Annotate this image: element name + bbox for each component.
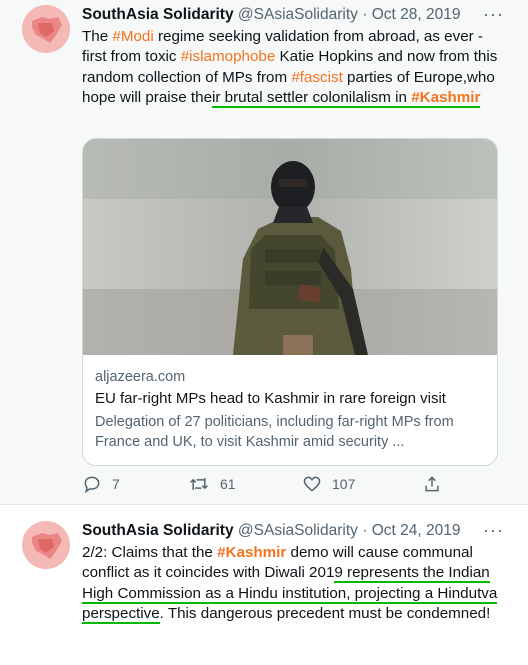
hashtag-link[interactable]: #fascist <box>291 69 343 86</box>
author-handle[interactable]: @SAsiaSolidarity <box>238 522 358 539</box>
tweet-2[interactable]: SouthAsia Solidarity @SAsiaSolidarity · … <box>0 505 528 665</box>
reply-button[interactable]: 7 <box>82 474 120 494</box>
tweet-header: SouthAsia Solidarity @SAsiaSolidarity · … <box>82 6 512 28</box>
link-card[interactable]: aljazeera.com EU far-right MPs head to K… <box>82 138 498 466</box>
hashtag-link[interactable]: #Kashmir <box>411 89 481 109</box>
card-title: EU far-right MPs head to Kashmir in rare… <box>95 390 446 407</box>
hashtag-link[interactable]: #Modi <box>112 28 153 45</box>
card-description: Delegation of 27 politicians, including … <box>95 414 454 450</box>
reply-count: 7 <box>112 476 120 492</box>
more-icon[interactable]: ··· <box>483 4 504 25</box>
share-icon <box>425 476 439 492</box>
tweet-header: SouthAsia Solidarity @SAsiaSolidarity · … <box>82 522 512 544</box>
retweet-button[interactable]: 61 <box>188 474 236 494</box>
avatar-logo-icon <box>22 521 70 569</box>
tweet-text: The #Modi regime seeking validation from… <box>82 27 502 109</box>
tweet-date[interactable]: Oct 24, 2019 <box>372 522 461 539</box>
like-button[interactable]: 107 <box>302 474 355 494</box>
tweet-date[interactable]: Oct 28, 2019 <box>372 6 461 23</box>
avatar-logo-icon <box>22 5 70 53</box>
hashtag-link[interactable]: #Kashmir <box>217 544 286 561</box>
hashtag-link[interactable]: #islamophobe <box>181 48 276 65</box>
highlighted-text: ir brutal settler colonilalism <box>212 89 391 109</box>
text-segment: . This dangerous precedent must be conde… <box>159 605 491 623</box>
separator-dot: · <box>362 522 368 539</box>
author-handle[interactable]: @SAsiaSolidarity <box>238 6 358 23</box>
retweet-count: 61 <box>220 476 236 492</box>
like-icon <box>303 476 321 492</box>
retweet-icon <box>190 478 208 490</box>
more-icon[interactable]: ··· <box>483 520 504 541</box>
share-button[interactable] <box>422 474 442 494</box>
author-name[interactable]: SouthAsia Solidarity <box>82 6 234 23</box>
reply-icon <box>84 476 100 494</box>
like-count: 107 <box>332 476 356 492</box>
tweet-actions: 7 61 107 <box>82 474 502 498</box>
avatar[interactable] <box>22 521 70 569</box>
author-name[interactable]: SouthAsia Solidarity <box>82 522 234 539</box>
separator-dot: · <box>362 6 368 23</box>
text-segment: 2/2: Claims that the <box>82 544 218 561</box>
card-domain: aljazeera.com <box>95 369 186 385</box>
highlighted-text: in <box>390 89 412 109</box>
avatar[interactable] <box>22 5 70 53</box>
text-segment: The <box>82 28 113 45</box>
tweet-1[interactable]: SouthAsia Solidarity @SAsiaSolidarity · … <box>0 0 528 505</box>
tweet-text: 2/2: Claims that the #Kashmir demo will … <box>82 543 502 625</box>
card-image <box>83 139 497 355</box>
